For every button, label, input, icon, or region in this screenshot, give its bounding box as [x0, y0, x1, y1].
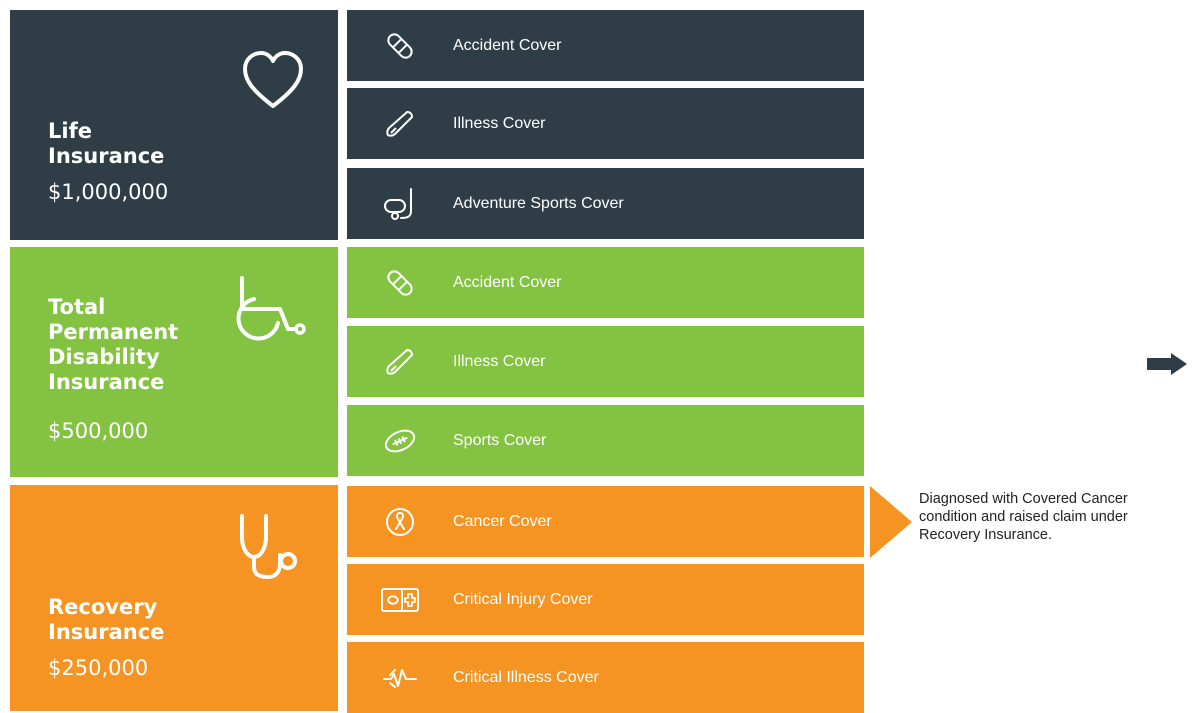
cover-label: Critical Injury Cover	[453, 590, 593, 608]
cover-row-tpd-sports: Sports Cover	[347, 405, 864, 476]
group-amount: $500,000	[48, 419, 149, 443]
cover-row-recovery-injury: Critical Injury Cover	[347, 564, 864, 635]
rugby-ball-icon	[384, 429, 416, 452]
cover-label: Accident Cover	[453, 36, 562, 54]
cover-row-life-accident: Accident Cover	[347, 10, 864, 81]
cover-label: Sports Cover	[453, 431, 547, 449]
cover-row-tpd-accident: Accident Cover	[347, 247, 864, 318]
cover-label: Illness Cover	[453, 352, 546, 370]
group-amount: $1,000,000	[48, 180, 169, 204]
stethoscope-icon	[240, 514, 297, 580]
heart-icon	[243, 51, 303, 108]
arrow-right-icon	[1147, 353, 1187, 375]
cover-row-life-adventure: Adventure Sports Cover	[347, 168, 864, 239]
life-insurance-card: Life Insurance $1,000,000	[10, 10, 338, 240]
bandage-icon	[387, 32, 413, 59]
cover-row-life-illness: Illness Cover	[347, 88, 864, 159]
snorkel-mask-icon	[384, 187, 412, 220]
cover-label: Adventure Sports Cover	[453, 194, 624, 212]
claim-note: Diagnosed with Covered Cancer condition …	[919, 491, 1128, 543]
cover-label: Critical Illness Cover	[453, 668, 599, 686]
tpd-insurance-card: Total Permanent Disability Insurance $50…	[10, 247, 338, 477]
cover-row-recovery-cancer: Cancer Cover	[347, 486, 864, 557]
cancer-ribbon-icon	[386, 507, 414, 536]
cover-label: Illness Cover	[453, 114, 546, 132]
group-title: Recovery Insurance	[48, 595, 165, 644]
recovery-insurance-card: Recovery Insurance $250,000	[10, 485, 338, 711]
heartbeat-icon	[383, 668, 417, 688]
cover-label: Accident Cover	[453, 273, 562, 291]
thermometer-icon	[386, 348, 413, 375]
cover-label: Cancer Cover	[453, 512, 552, 530]
group-title: Total Permanent Disability Insurance	[48, 295, 179, 394]
wheelchair-icon	[236, 276, 306, 341]
cover-row-recovery-illness: Critical Illness Cover	[347, 642, 864, 713]
bandage-icon	[387, 269, 413, 296]
bone-medical-icon	[381, 587, 419, 612]
cover-row-tpd-illness: Illness Cover	[347, 326, 864, 397]
thermometer-icon	[386, 110, 413, 137]
pointer-triangle	[870, 486, 912, 558]
group-amount: $250,000	[48, 656, 149, 680]
group-title: Life Insurance	[48, 119, 165, 168]
